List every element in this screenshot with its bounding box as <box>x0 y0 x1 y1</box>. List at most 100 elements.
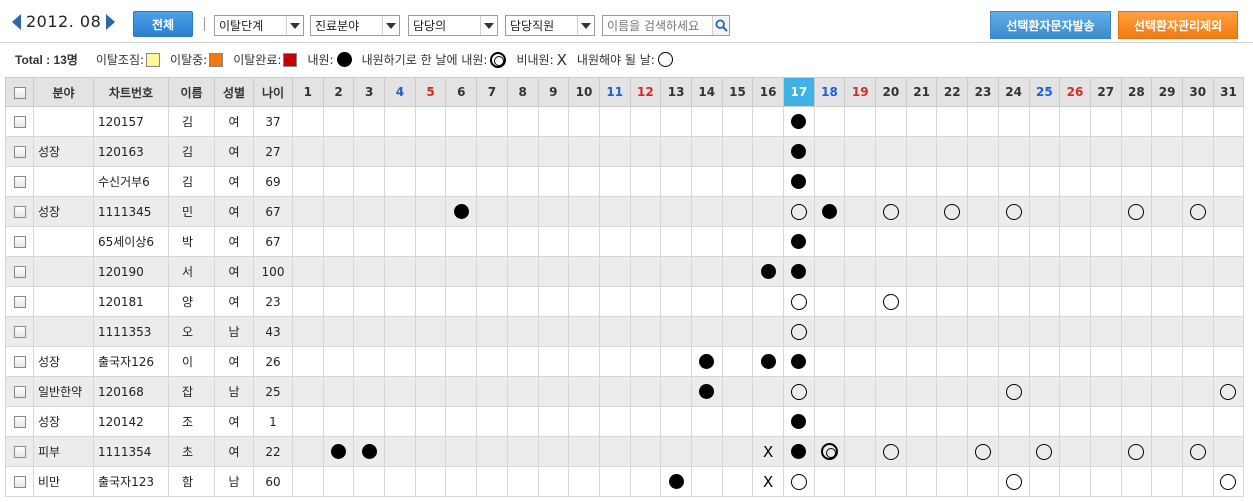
day-header: 28 <box>1120 77 1153 107</box>
doctor-select[interactable]: 담당의 <box>408 15 498 36</box>
chart-number-cell: 1111353 <box>93 316 169 347</box>
row-checkbox[interactable] <box>13 356 26 368</box>
table-row: 수신거부6 김 여 69 <box>5 166 1245 197</box>
day-cell <box>537 316 570 347</box>
day-cell <box>629 346 662 377</box>
row-checkbox[interactable] <box>13 206 26 218</box>
day-cell <box>844 166 877 197</box>
day-cell <box>1120 286 1153 317</box>
day-cell <box>875 286 907 317</box>
chart-number-cell: 120190 <box>93 256 169 287</box>
day-cell <box>537 256 570 287</box>
day-cell <box>445 136 478 167</box>
day-cell <box>813 406 846 437</box>
search-input[interactable] <box>603 16 712 35</box>
day-cell <box>1089 346 1122 377</box>
row-checkbox[interactable] <box>13 236 26 248</box>
day-cell <box>384 106 416 137</box>
day-cell <box>322 226 355 257</box>
row-checkbox[interactable] <box>13 386 26 398</box>
day-cell <box>414 376 447 407</box>
day-cell <box>1089 316 1122 347</box>
row-checkbox[interactable] <box>13 146 26 158</box>
day-cell <box>721 226 754 257</box>
chart-number-cell: 120163 <box>93 136 169 167</box>
day-cell <box>292 256 324 287</box>
visited-mark <box>361 444 377 459</box>
legend-churned: 이탈완료: <box>233 51 298 68</box>
row-checkbox[interactable] <box>13 296 26 308</box>
gender-cell: 여 <box>214 226 254 257</box>
patient-name-cell: 박 <box>168 226 215 257</box>
day-cell <box>1089 226 1122 257</box>
visited-mark <box>668 474 684 489</box>
staff-select[interactable]: 담당직원 <box>505 15 595 36</box>
search-box <box>602 15 730 36</box>
search-button[interactable] <box>712 16 729 35</box>
not-visited-mark: X <box>763 472 774 491</box>
day-header: 9 <box>537 77 570 107</box>
day-cell <box>1212 406 1245 437</box>
row-checkbox[interactable] <box>13 266 26 278</box>
day-cell <box>476 136 508 167</box>
table-row: 120190 서 여 100 <box>5 256 1245 287</box>
prev-month-icon[interactable] <box>12 13 21 30</box>
scheduled-mark <box>790 293 807 310</box>
day-cell <box>506 376 539 407</box>
table-row: 일반한약 120168 잡 남 25 <box>5 376 1245 407</box>
day-cell <box>568 346 600 377</box>
day-cell <box>690 436 723 467</box>
churn-stage-select[interactable]: 이탈단계 <box>214 15 304 36</box>
visit-calendar-table: 분야 차트번호 이름 성별 나이 1 2 3 4 5 6 7 8 9 10 11 12 13 14 15 16… <box>5 77 1245 497</box>
day-cell <box>875 376 907 407</box>
day-cell <box>967 136 999 167</box>
day-cell <box>1151 106 1183 137</box>
day-cell <box>414 346 447 377</box>
day-cell <box>476 316 508 347</box>
day-header: 24 <box>997 77 1030 107</box>
day-cell <box>783 136 815 167</box>
gender-cell: 여 <box>214 256 254 287</box>
day-cell <box>353 196 386 227</box>
day-cell <box>476 106 508 137</box>
day-cell <box>1181 196 1214 227</box>
day-cell <box>905 136 938 167</box>
field-cell: 일반한약 <box>33 376 94 407</box>
day-cell <box>568 436 600 467</box>
patient-name-cell: 이 <box>168 346 215 377</box>
department-select[interactable]: 진료분야 <box>310 15 400 36</box>
day-header: 25 <box>1028 77 1061 107</box>
day-cell <box>690 406 723 437</box>
exclude-patients-button[interactable]: 선택환자관리제외 <box>1118 11 1238 39</box>
send-sms-button[interactable]: 선택환자문자발송 <box>990 11 1111 39</box>
day-cell <box>721 136 754 167</box>
chevron-down-icon <box>382 16 399 35</box>
day-cell <box>1212 346 1245 377</box>
day-cell <box>1181 406 1214 437</box>
scheduled-mark <box>1036 443 1053 460</box>
visited-mark <box>791 114 807 129</box>
next-month-icon[interactable] <box>106 13 116 30</box>
all-button[interactable]: 전체 <box>133 11 193 37</box>
day-cell <box>322 466 355 497</box>
select-all-checkbox[interactable] <box>13 86 26 99</box>
row-checkbox[interactable] <box>13 176 26 188</box>
day-cell <box>783 316 815 347</box>
row-checkbox[interactable] <box>13 116 26 128</box>
row-checkbox[interactable] <box>13 476 26 488</box>
day-cell <box>660 376 692 407</box>
row-checkbox[interactable] <box>13 326 26 338</box>
day-cell <box>660 286 692 317</box>
day-cell <box>997 406 1030 437</box>
day-cell <box>353 346 386 377</box>
row-select-cell <box>5 286 34 317</box>
chart-number-cell: 출국자126 <box>93 346 169 377</box>
row-checkbox[interactable] <box>13 416 26 428</box>
day-cell <box>1059 406 1091 437</box>
day-cell <box>721 436 754 467</box>
row-checkbox[interactable] <box>13 446 26 458</box>
day-cell <box>1151 466 1183 497</box>
day-cell <box>506 406 539 437</box>
row-select-cell <box>5 196 34 227</box>
day-cell <box>476 286 508 317</box>
